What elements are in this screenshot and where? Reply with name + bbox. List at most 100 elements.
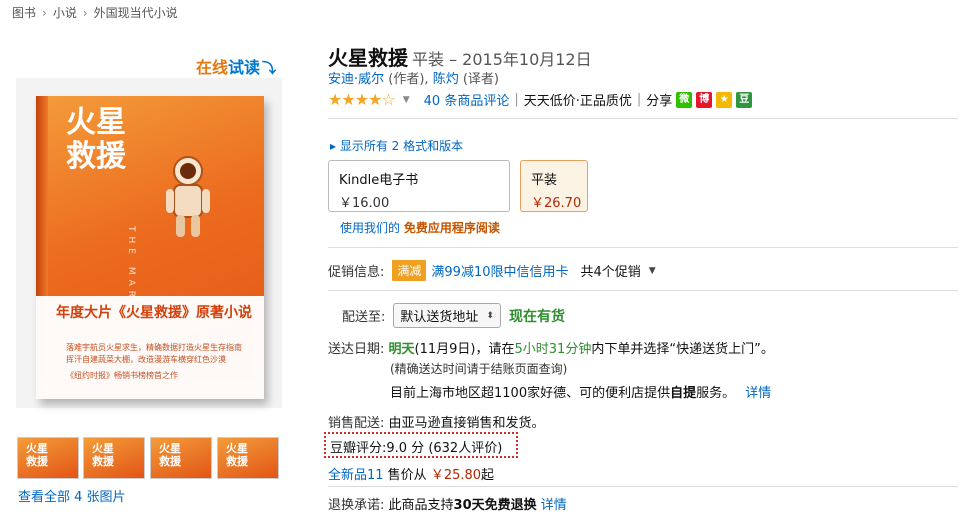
pickup-note: 目前上海市地区超1100家好德、可的便利店提供自提服务。 详情 [390, 382, 771, 401]
return-text: 此商品支持 [388, 498, 454, 513]
cover-title-line2: 救援 [66, 139, 126, 174]
douban-rating: 豆瓣评分:9.0 分 (632人评价) [324, 432, 518, 458]
deliver-to-label: 配送至: [342, 310, 386, 325]
offers-text: 售价从 [383, 468, 431, 483]
new-offers-row: 全新品11 售价从 ￥25.80起 [328, 464, 494, 483]
pickup-note-text: 目前上海市地区超1100家好德、可的便利店提供 [390, 386, 671, 401]
delivery-date-row: 送达日期: 明天(11月9日)，请在5小时31分钟内下单并选择“快递送货上门”。 [328, 338, 774, 357]
address-value: 默认送货地址 [400, 310, 479, 325]
astronaut-illustration [166, 156, 210, 237]
cover-band-line3: 《纽约时报》畅销书榜榜首之作 [66, 371, 178, 380]
promotion-link[interactable]: 满99减10限中信信用卡 [431, 261, 568, 280]
book-cover-art: 火星 救援 THE MARTIAN 年度大片《火星救援》原著小说 落难宇航员火星… [36, 96, 264, 399]
read-online-prefix: 在线 [196, 58, 229, 77]
show-all-formats-link[interactable]: ▸ 显示所有 2 格式和版本 [330, 137, 463, 154]
cover-band-line1: 落难宇航员火星求生，精确数据打造火星生存指南 [66, 343, 242, 352]
chevron-right-icon: › [82, 6, 88, 20]
rating-row: ★★★★☆ ▼ 40 条商品评论 | 天天低价·正品质优 | 分享 微 博 ★ … [328, 90, 753, 109]
chevron-down-icon[interactable]: ▼ [649, 266, 656, 276]
seller-text: 由亚马逊直接销售和发货。 [388, 416, 545, 431]
format-option-kindle[interactable]: Kindle电子书 ￥16.00 [328, 160, 510, 212]
return-details-link[interactable]: 详情 [541, 498, 567, 513]
deliver-to-row: 配送至: 默认送货地址 ⬍ 现在有货 [342, 303, 565, 328]
promotion-badge: 满减 [392, 260, 427, 281]
delivery-day: 明天 [388, 342, 415, 357]
product-title: 火星救援 [328, 46, 408, 70]
thumbnail-label: 火星救援 [226, 442, 248, 468]
address-select[interactable]: 默认送货地址 ⬍ [393, 303, 501, 328]
return-bold: 30天免费退换 [453, 498, 537, 513]
order-countdown: 5小时31分钟 [514, 342, 592, 357]
delivery-date-tail: 内下单并选择“快递送货上门”。 [591, 342, 774, 357]
offers-tail: 起 [481, 468, 495, 483]
pickup-details-link[interactable]: 详情 [745, 386, 771, 401]
cover-band-headline: 年度大片《火星救援》原著小说 [56, 305, 252, 321]
pickup-note-suffix: 服务。 [696, 386, 736, 401]
thumbnail-4[interactable]: 火星救援 [217, 437, 279, 479]
douban-icon[interactable]: 豆 [736, 91, 753, 108]
promotion-label: 促销信息: [328, 265, 385, 280]
format-price: ￥26.70 [531, 196, 582, 211]
chevron-down-icon[interactable]: ▼ [403, 95, 410, 105]
format-option-paperback[interactable]: 平装 ￥26.70 [520, 160, 588, 212]
view-all-images-link[interactable]: 查看全部 4 张图片 [18, 486, 126, 505]
format-name: 平装 [531, 173, 558, 188]
pickup-note-bold: 自提 [670, 386, 697, 401]
qzone-icon[interactable]: ★ [716, 91, 733, 108]
updown-arrow-icon: ⬍ [486, 310, 494, 321]
author-role: (作者), [388, 72, 429, 87]
read-online-link[interactable]: 在线试读 ⤵ [196, 54, 276, 78]
breadcrumb-item-books[interactable]: 图书 [12, 6, 36, 20]
divider [328, 118, 958, 119]
divider: | [636, 92, 642, 107]
star-rating-icon[interactable]: ★★★★☆ [328, 90, 396, 109]
thumbnail-2[interactable]: 火星救援 [83, 437, 145, 479]
cover-band-line2: 挥汗自建蔬菜大棚，改造漫游车横穿红色沙漠 [66, 355, 226, 364]
return-label: 退换承诺: [328, 498, 385, 513]
read-online-highlight: 试读 [228, 58, 261, 77]
thumbnail-3[interactable]: 火星救援 [150, 437, 212, 479]
divider [328, 290, 958, 291]
divider: | [514, 92, 519, 107]
return-policy-row: 退换承诺: 此商品支持30天免费退换 详情 [328, 494, 567, 513]
thumbnail-label: 火星救援 [92, 442, 114, 468]
seller-label: 销售配送: [328, 416, 385, 431]
free-app-link[interactable]: 免费应用程序阅读 [404, 221, 500, 235]
format-price: ￥16.00 [339, 196, 390, 211]
breadcrumb-item-fiction[interactable]: 小说 [53, 6, 77, 20]
weibo-icon[interactable]: 博 [696, 91, 713, 108]
cover-title-line1: 火星 [66, 105, 126, 140]
wechat-icon[interactable]: 微 [676, 91, 693, 108]
reviews-link[interactable]: 40 条商品评论 [424, 90, 510, 109]
price-tagline: 天天低价·正品质优 [523, 94, 632, 109]
translator-role: (译者) [462, 72, 500, 87]
free-app-line: 使用我们的 免费应用程序阅读 [340, 219, 500, 236]
translator-link[interactable]: 陈灼 [433, 72, 459, 87]
stock-status: 现在有货 [508, 308, 565, 325]
thumbnail-label: 火星救援 [159, 442, 181, 468]
share-label: 分享 [646, 94, 673, 109]
thumbnail-label: 火星救援 [26, 442, 48, 468]
format-name: Kindle电子书 [339, 173, 419, 188]
promotion-row: 促销信息: 满减 满99减10限中信信用卡 共4个促销 ▼ [328, 260, 656, 281]
divider [328, 247, 958, 248]
author-link[interactable]: 安迪·威尔 [328, 72, 384, 87]
breadcrumb: 图书 › 小说 › 外国现当代小说 [12, 4, 178, 21]
free-app-prefix[interactable]: 使用我们的 [340, 221, 400, 235]
author-line: 安迪·威尔 (作者), 陈灼 (译者) [328, 68, 499, 87]
new-offers-link[interactable]: 全新品11 [328, 468, 384, 483]
binding-date: 平装 – 2015年10月12日 [412, 50, 592, 69]
offers-price: ￥25.80 [430, 468, 482, 483]
divider [328, 486, 958, 487]
delivery-date-label: 送达日期: [328, 342, 385, 357]
product-title-line: 火星救援 平装 – 2015年10月12日 [328, 42, 592, 71]
breadcrumb-item-foreign-fiction[interactable]: 外国现当代小说 [94, 6, 178, 20]
delivery-date-text: (11月9日)，请在 [414, 342, 515, 357]
curved-arrow-icon: ⤵ [262, 61, 277, 77]
thumbnail-1[interactable]: 火星救援 [17, 437, 79, 479]
cover-title: 火星 救援 [66, 106, 126, 174]
promotion-count[interactable]: 共4个促销 [581, 261, 641, 280]
chevron-right-icon: › [42, 6, 47, 20]
cover-band: 年度大片《火星救援》原著小说 落难宇航员火星求生，精确数据打造火星生存指南 挥汗… [36, 296, 264, 399]
seller-row: 销售配送: 由亚马逊直接销售和发货。 [328, 412, 545, 431]
